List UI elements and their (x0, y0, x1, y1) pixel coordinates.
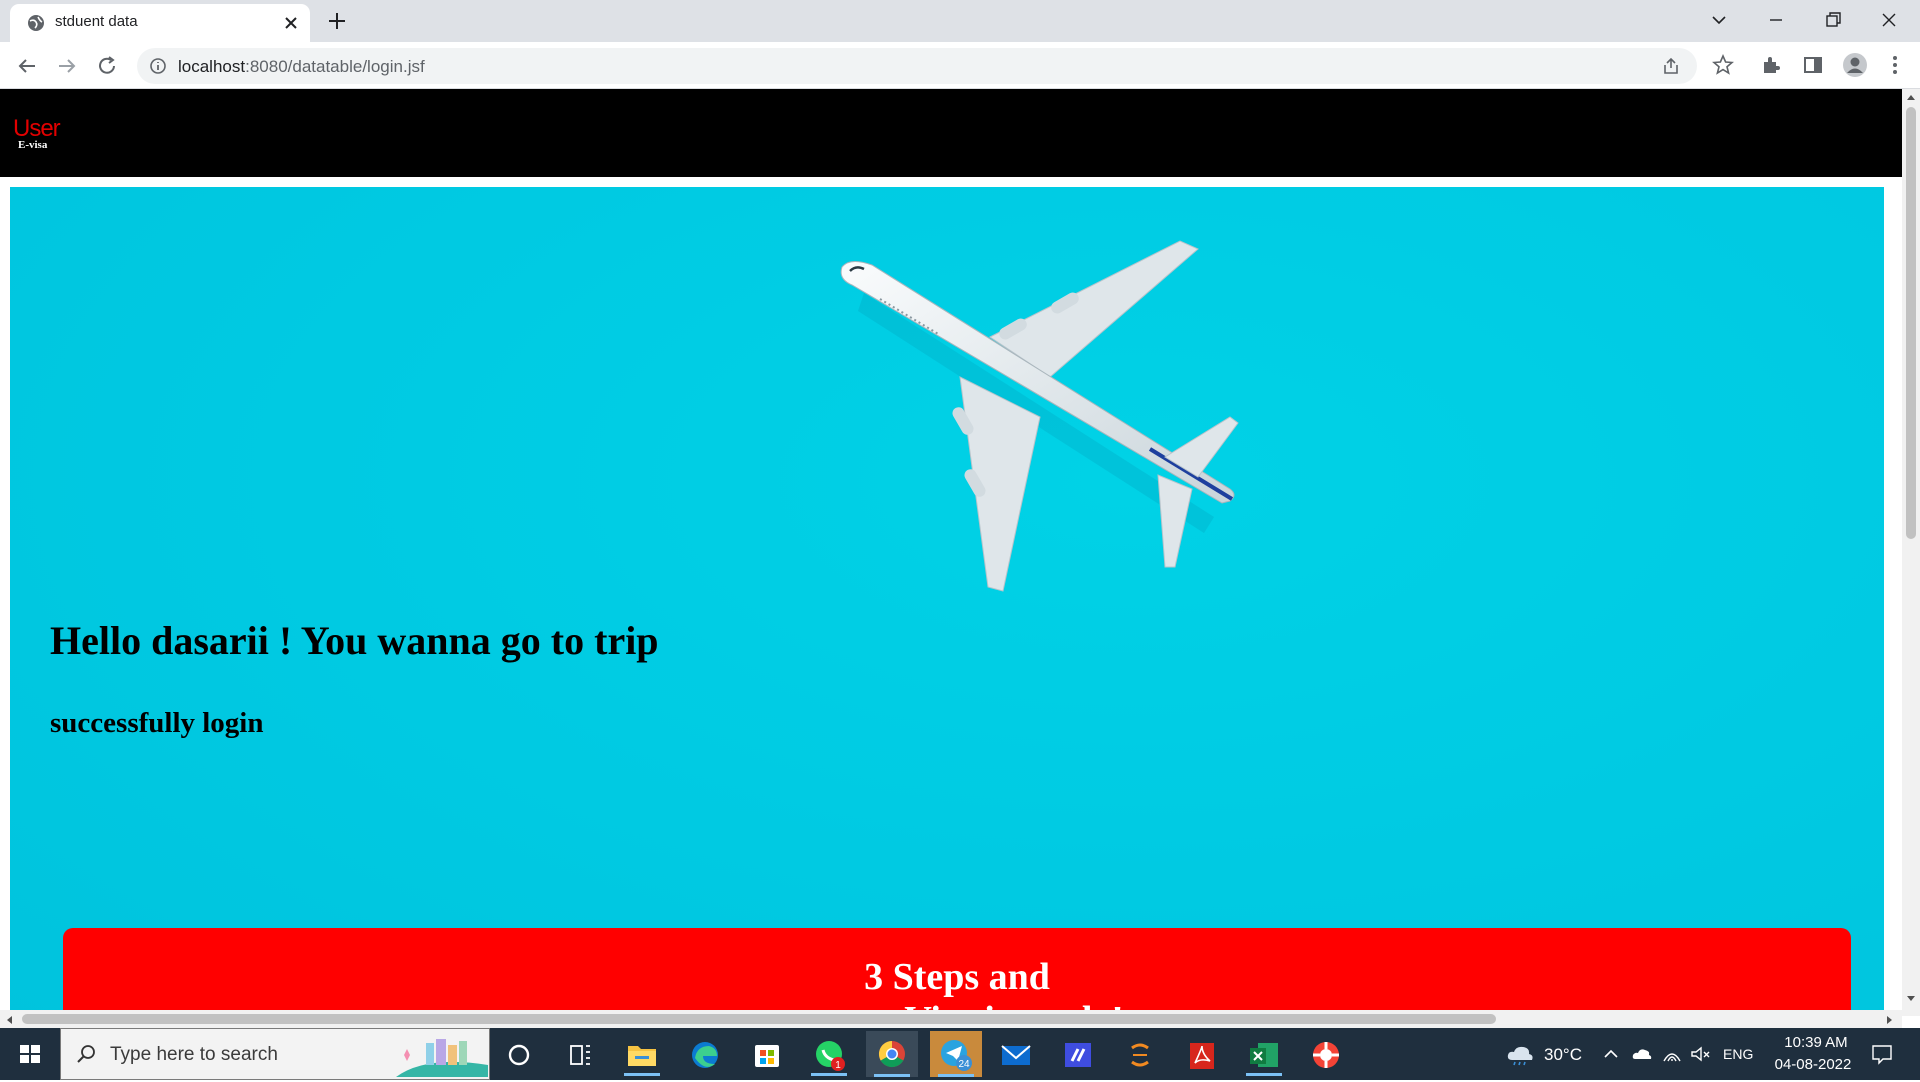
address-bar[interactable]: localhost:8080/datatable/login.jsf (137, 48, 1697, 84)
taskbar-search-box[interactable]: Type here to search (60, 1028, 490, 1080)
chrome-app[interactable] (866, 1031, 918, 1077)
search-highlight-illustration-icon (396, 1039, 488, 1077)
browser-tab[interactable]: stduent data (10, 4, 310, 42)
file-explorer-icon (628, 1046, 656, 1066)
telegram-icon: 24 (941, 1040, 972, 1071)
excel-icon (1250, 1043, 1278, 1067)
forward-icon[interactable] (53, 52, 81, 80)
active-app-indicator (811, 1073, 847, 1076)
new-tab-icon[interactable] (324, 8, 350, 34)
onedrive-cloud-icon[interactable] (1631, 1043, 1653, 1065)
airplane-image (840, 240, 1239, 592)
globe-icon (28, 15, 44, 31)
vertical-scrollbar[interactable] (1902, 89, 1920, 1016)
active-app-indicator (624, 1073, 660, 1076)
url-text[interactable]: localhost:8080/datatable/login.jsf (178, 57, 425, 77)
reload-icon[interactable] (93, 52, 121, 80)
clock-time[interactable]: 10:39 AM (1776, 1034, 1856, 1051)
store-icon[interactable] (745, 1034, 789, 1076)
url-path: :8080/datatable/login.jsf (245, 57, 425, 76)
site-info-icon[interactable] (149, 57, 167, 75)
page-viewport: User E-visa Hello dasarii ! You wanna go… (0, 89, 1902, 1016)
volume-muted-icon[interactable] (1689, 1043, 1711, 1065)
horizontal-scroll-thumb[interactable] (22, 1014, 1496, 1024)
login-status-message: successfully login (50, 707, 264, 739)
active-app-indicator (1246, 1073, 1282, 1076)
show-hidden-icons-chevron-icon[interactable] (1600, 1043, 1622, 1065)
chrome-icon (878, 1040, 905, 1068)
scroll-up-arrow-icon[interactable] (1906, 93, 1916, 101)
horizontal-scrollbar[interactable] (0, 1010, 1902, 1028)
search-icon (77, 1045, 95, 1063)
notifications-icon[interactable] (1870, 1042, 1894, 1066)
clock-date[interactable]: 04-08-2022 (1770, 1056, 1856, 1073)
task-view-icon[interactable] (558, 1034, 602, 1076)
bookmark-star-icon[interactable] (1712, 54, 1734, 76)
side-panel-icon[interactable] (1802, 54, 1824, 76)
whatsapp-badge-count: 1 (835, 1060, 841, 1071)
weather-temperature[interactable]: 30°C (1544, 1045, 1582, 1065)
wifi-icon[interactable] (1661, 1043, 1683, 1065)
eclipse-icon[interactable] (1118, 1034, 1162, 1076)
whatsapp-icon: 1 (816, 1041, 845, 1071)
scroll-left-arrow-icon[interactable] (5, 1015, 13, 1025)
excel-app[interactable] (1242, 1034, 1286, 1076)
share-icon[interactable] (1661, 56, 1681, 76)
back-icon[interactable] (13, 52, 41, 80)
hero-banner: Hello dasarii ! You wanna go to trip suc… (10, 187, 1884, 1016)
weather-cloud-icon[interactable] (1505, 1042, 1535, 1066)
tab-search-icon[interactable] (1696, 4, 1742, 36)
steps-panel: 3 Steps and your e-Visa is ready! (63, 928, 1851, 1016)
telegram-app[interactable]: 24 (930, 1031, 982, 1077)
greeting-heading: Hello dasarii ! You wanna go to trip (50, 618, 659, 663)
close-tab-icon[interactable] (280, 12, 302, 34)
edge-icon[interactable] (683, 1034, 727, 1076)
telegram-badge-count: 24 (958, 1059, 970, 1070)
scroll-down-arrow-icon[interactable] (1906, 995, 1916, 1003)
browser-menu-icon[interactable] (1884, 54, 1906, 76)
code-editor-icon[interactable] (1056, 1034, 1100, 1076)
file-explorer-app[interactable] (620, 1034, 664, 1076)
active-app-indicator (874, 1074, 910, 1077)
extensions-icon[interactable] (1760, 54, 1782, 76)
whatsapp-app[interactable]: 1 (807, 1034, 851, 1076)
windows-start-icon[interactable] (0, 1028, 60, 1080)
browser-toolbar: localhost:8080/datatable/login.jsf (0, 42, 1920, 89)
search-placeholder: Type here to search (110, 1044, 278, 1065)
profile-avatar-icon[interactable] (1842, 52, 1868, 78)
scroll-right-arrow-icon[interactable] (1886, 1015, 1894, 1025)
close-window-icon[interactable] (1866, 4, 1912, 36)
browser-tabstrip: stduent data (0, 0, 1920, 42)
vertical-scroll-thumb[interactable] (1906, 107, 1916, 539)
site-logo-subtitle: E-visa (18, 139, 48, 151)
tab-title: stduent data (55, 13, 138, 30)
help-icon[interactable] (1304, 1034, 1348, 1076)
site-header: User E-visa (0, 89, 1902, 177)
restore-icon[interactable] (1810, 4, 1856, 36)
active-app-indicator (938, 1074, 974, 1077)
windows-taskbar: Type here to search 1 24 30°C ENG 10:39 … (0, 1028, 1920, 1080)
minimize-icon[interactable] (1753, 4, 1799, 36)
mail-icon[interactable] (994, 1034, 1038, 1076)
acrobat-icon[interactable] (1180, 1034, 1224, 1076)
input-language[interactable]: ENG (1723, 1046, 1753, 1062)
url-host: localhost (178, 57, 246, 76)
cortana-icon[interactable] (497, 1034, 541, 1076)
steps-heading-line1: 3 Steps and (864, 956, 1050, 998)
